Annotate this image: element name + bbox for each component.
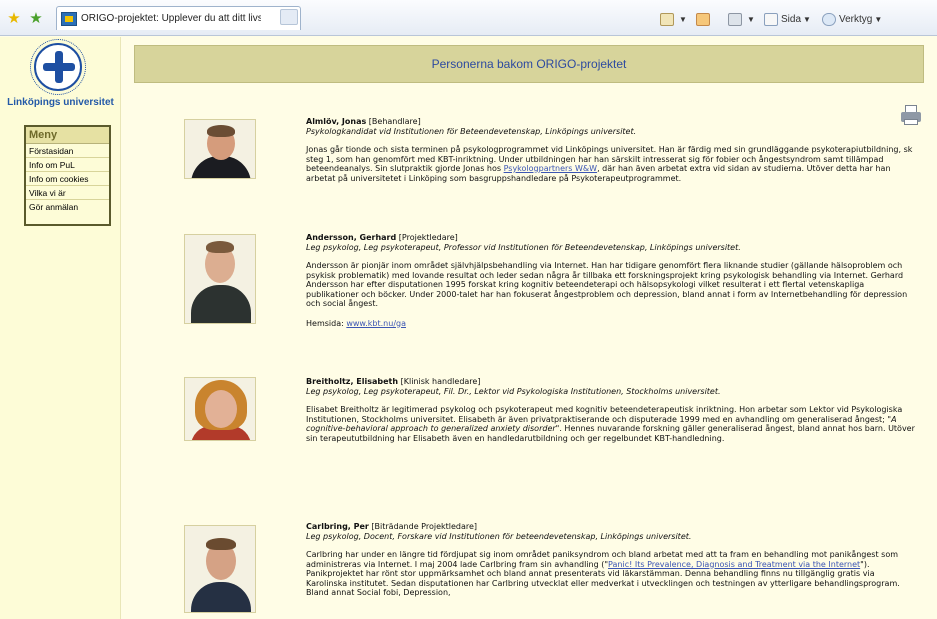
tools-menu-label: Verktyg bbox=[839, 13, 873, 25]
tools-menu-button[interactable]: Verktyg ▼ bbox=[822, 11, 882, 27]
sidebar: Linköpings universitet Meny Förstasidan … bbox=[0, 37, 121, 619]
person-role: [Biträdande Projektledare] bbox=[371, 522, 478, 531]
rss-icon bbox=[696, 12, 710, 26]
person-photo bbox=[184, 525, 256, 613]
person-name: Andersson, Gerhard bbox=[306, 233, 397, 242]
home-icon bbox=[660, 12, 674, 26]
person-photo bbox=[184, 377, 256, 441]
homepage-label: Hemsida: bbox=[306, 318, 344, 328]
browser-tab[interactable]: ORIGO-projektet: Upplever du att ditt li… bbox=[56, 6, 301, 30]
menu-item-vilka-vi-ar[interactable]: Vilka vi är bbox=[26, 186, 109, 200]
menu-item-forstasidan[interactable]: Förstasidan bbox=[26, 144, 109, 158]
person-role: [Klinisk handledare] bbox=[400, 377, 481, 386]
homepage-link[interactable]: www.kbt.nu/ga bbox=[346, 319, 406, 328]
main-content: Personerna bakom ORIGO-projektet Almlöv,… bbox=[134, 37, 924, 619]
print-icon bbox=[728, 12, 742, 26]
home-button[interactable]: ▼ bbox=[660, 11, 687, 27]
page-header: Personerna bakom ORIGO-projektet bbox=[134, 45, 924, 83]
menu-item-info-cookies[interactable]: Info om cookies bbox=[26, 172, 109, 186]
tab-title: ORIGO-projektet: Upplever du att ditt li… bbox=[81, 13, 261, 24]
menu-box: Meny Förstasidan Info om PuL Info om coo… bbox=[24, 125, 111, 226]
page-icon bbox=[764, 12, 778, 26]
browser-toolbar: ★ ★ ORIGO-projektet: Upplever du att dit… bbox=[0, 0, 937, 36]
menu-title: Meny bbox=[26, 127, 109, 144]
university-logo-icon[interactable] bbox=[34, 43, 82, 91]
person-bio: Almlöv, Jonas [Behandlare] Psykologkandi… bbox=[306, 117, 918, 183]
person-role: [Projektledare] bbox=[398, 233, 458, 242]
person-bio: Carlbring, Per [Biträdande Projektledare… bbox=[306, 522, 918, 598]
panic-thesis-link[interactable]: Panic! Its Prevalence, Diagnosis and Tre… bbox=[608, 560, 860, 569]
page-title: Personerna bakom ORIGO-projektet bbox=[431, 57, 627, 71]
person-photo bbox=[184, 119, 256, 179]
print-button[interactable]: ▼ bbox=[728, 11, 755, 27]
add-favorite-icon[interactable]: ★ bbox=[28, 10, 44, 26]
person-name: Breitholtz, Elisabeth bbox=[306, 377, 399, 386]
person-bio: Breitholtz, Elisabeth [Klinisk handledar… bbox=[306, 377, 918, 443]
person-description: Andersson är pionjär inom området självh… bbox=[306, 261, 908, 308]
person-description: Elisabet Breitholtz är legitimerad psyko… bbox=[306, 405, 915, 443]
person-role: [Behandlare] bbox=[368, 117, 421, 126]
tools-icon bbox=[822, 12, 836, 26]
page-menu-button[interactable]: Sida ▼ bbox=[764, 11, 811, 27]
page-menu-label: Sida bbox=[781, 13, 802, 25]
person-title: Psykologkandidat vid Institutionen för B… bbox=[306, 126, 637, 136]
menu-item-gor-anmalan[interactable]: Gör anmälan bbox=[26, 200, 109, 214]
person-photo bbox=[184, 234, 256, 324]
person-name: Almlöv, Jonas bbox=[306, 117, 367, 126]
person-title: Leg psykolog, Leg psykoterapeut, Profess… bbox=[306, 242, 741, 252]
person-name: Carlbring, Per bbox=[306, 522, 369, 531]
site-favicon-icon bbox=[61, 11, 77, 26]
favorites-star-icon[interactable]: ★ bbox=[6, 10, 22, 26]
person-description: Carlbring har under en längre tid fördju… bbox=[306, 550, 900, 597]
homepage-line: Hemsida: www.kbt.nu/ga bbox=[306, 319, 918, 329]
person-title: Leg psykolog, Docent, Forskare vid Insti… bbox=[306, 531, 692, 541]
new-tab-button[interactable] bbox=[280, 9, 298, 25]
person-description: Jonas går tionde och sista terminen på p… bbox=[306, 145, 913, 183]
person-title: Leg psykolog, Leg psykoterapeut, Fil. Dr… bbox=[306, 386, 721, 396]
menu-item-info-pul[interactable]: Info om PuL bbox=[26, 158, 109, 172]
university-name: Linköpings universitet bbox=[7, 97, 114, 108]
feeds-button[interactable] bbox=[696, 11, 713, 27]
psykologpartners-link[interactable]: Psykologpartners W&W bbox=[504, 164, 597, 173]
person-bio: Andersson, Gerhard [Projektledare] Leg p… bbox=[306, 233, 918, 328]
